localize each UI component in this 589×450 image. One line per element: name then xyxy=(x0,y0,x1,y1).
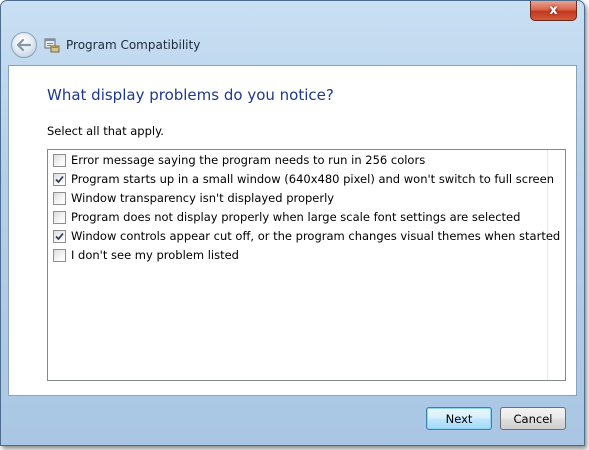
option-label: Program does not display properly when l… xyxy=(71,210,521,224)
option-small-window[interactable]: Program starts up in a small window (640… xyxy=(53,170,554,188)
option-label: Program starts up in a small window (640… xyxy=(71,172,554,186)
page-heading: What display problems do you notice? xyxy=(47,86,334,104)
option-not-listed[interactable]: I don't see my problem listed xyxy=(53,246,239,264)
option-transparency[interactable]: Window transparency isn't displayed prop… xyxy=(53,189,334,207)
option-label: Error message saying the program needs t… xyxy=(71,153,426,167)
program-compatibility-icon xyxy=(44,38,60,53)
checkbox-large-font[interactable] xyxy=(53,210,66,224)
checkbox-small-window[interactable] xyxy=(53,172,66,186)
back-button[interactable] xyxy=(11,32,37,58)
option-label: Window controls appear cut off, or the p… xyxy=(71,229,561,243)
window-title: Program Compatibility xyxy=(66,38,201,52)
cancel-button[interactable]: Cancel xyxy=(500,407,566,430)
content-panel: What display problems do you notice? Sel… xyxy=(8,65,577,396)
close-icon: x xyxy=(549,3,558,18)
option-label: I don't see my problem listed xyxy=(71,248,239,262)
problems-listbox[interactable]: Error message saying the program needs t… xyxy=(47,149,566,381)
close-button[interactable]: x xyxy=(530,1,577,21)
option-large-font[interactable]: Program does not display properly when l… xyxy=(53,208,520,226)
option-256-colors[interactable]: Error message saying the program needs t… xyxy=(53,151,425,169)
dialog-window: x Program Compatibility What display pro… xyxy=(0,0,585,446)
option-window-controls[interactable]: Window controls appear cut off, or the p… xyxy=(53,227,560,245)
checkbox-transparency[interactable] xyxy=(53,191,66,205)
instruction-text: Select all that apply. xyxy=(47,124,164,138)
checkbox-window-controls[interactable] xyxy=(53,229,66,243)
checkbox-256-colors[interactable] xyxy=(53,153,66,167)
next-button[interactable]: Next xyxy=(426,407,492,430)
option-label: Window transparency isn't displayed prop… xyxy=(71,191,335,205)
checkbox-not-listed[interactable] xyxy=(53,248,66,262)
back-arrow-icon xyxy=(17,39,31,51)
checkmark-icon xyxy=(55,232,64,240)
checkmark-icon xyxy=(55,175,64,183)
